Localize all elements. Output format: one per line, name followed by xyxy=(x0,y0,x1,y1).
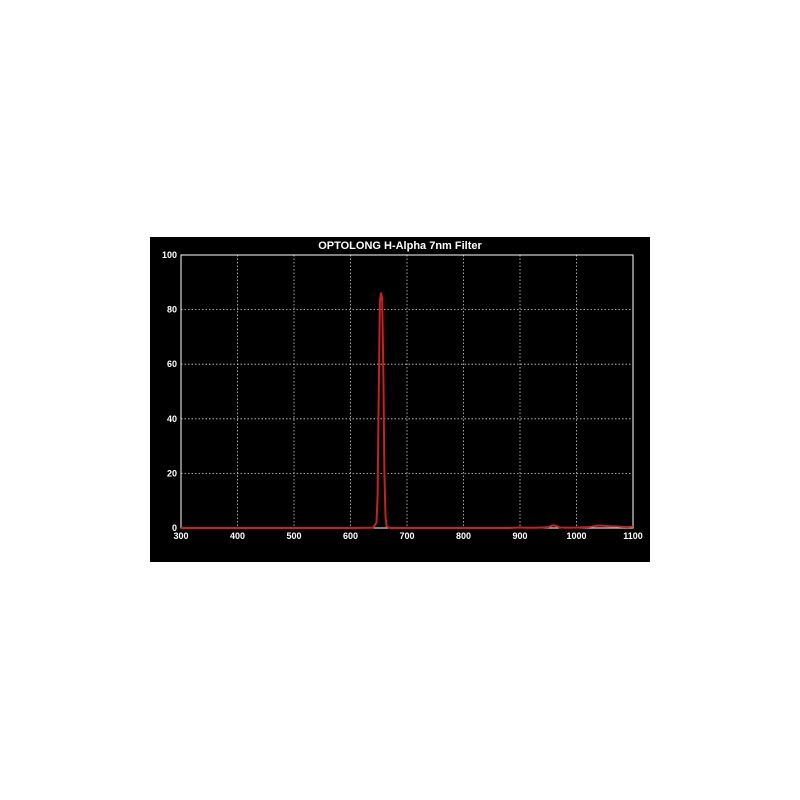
x-tick-label: 500 xyxy=(286,531,301,541)
y-tick-label: 80 xyxy=(167,305,177,315)
series-line xyxy=(181,292,634,529)
y-tick-label: 40 xyxy=(167,414,177,424)
x-tick-label: 600 xyxy=(343,531,358,541)
y-tick-label: 100 xyxy=(162,250,177,260)
chart-panel: OPTOLONG H-Alpha 7nm Filter 0 20 40 60 80 100… xyxy=(150,237,650,562)
x-tick-label: 300 xyxy=(173,531,188,541)
x-tick-label: 400 xyxy=(230,531,245,541)
x-tick-labels: 300 400 500 600 700 800 900 1000 1100 xyxy=(173,531,642,541)
x-tick-label: 800 xyxy=(456,531,471,541)
y-tick-labels: 020406080100 xyxy=(162,250,177,533)
x-tick-label: 1000 xyxy=(566,531,586,541)
y-tick-label: 20 xyxy=(167,468,177,478)
x-tick-label: 1100 xyxy=(623,531,643,541)
series-layer xyxy=(181,292,634,529)
x-tick-label: 900 xyxy=(512,531,527,541)
chart-svg: 020406080100 300 400 500 600 700 800 900 1000 11… xyxy=(162,250,643,541)
y-tick-label: 60 xyxy=(167,359,177,369)
x-tick-label: 700 xyxy=(399,531,414,541)
grid-layer xyxy=(181,255,633,528)
